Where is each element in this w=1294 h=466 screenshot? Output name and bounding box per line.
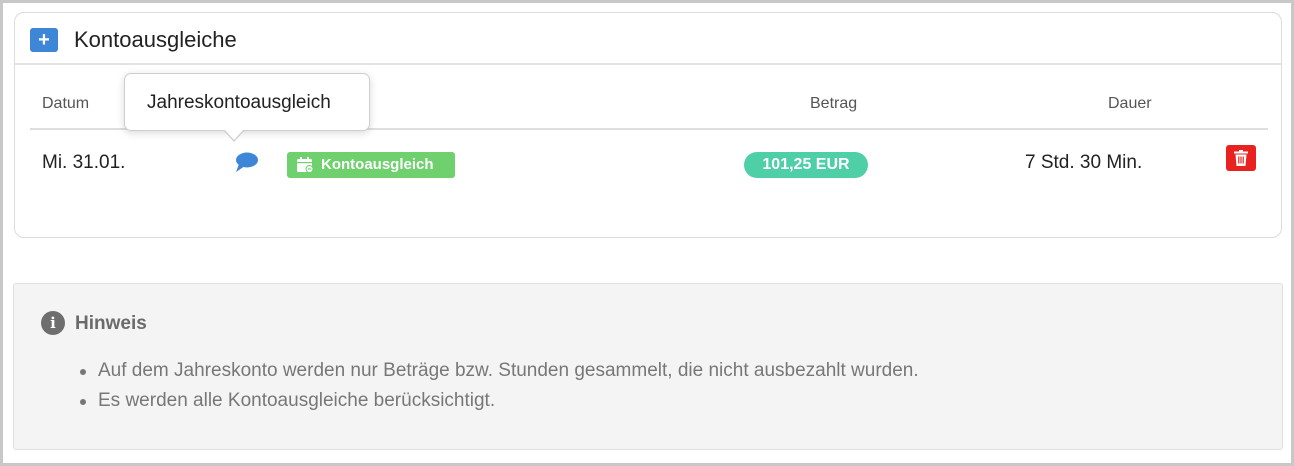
column-header-duration: Dauer	[1108, 95, 1152, 112]
row-duration: 7 Std. 30 Min.	[1025, 152, 1143, 173]
list-item: Auf dem Jahreskonto werden nur Beträge b…	[78, 356, 919, 386]
hint-list: Auf dem Jahreskonto werden nur Beträge b…	[78, 356, 919, 416]
hint-title: Hinweis	[75, 313, 147, 334]
amount-badge: 101,25 EUR	[744, 152, 868, 178]
column-header-amount: Betrag	[810, 95, 858, 112]
comment-tooltip: Jahreskontoausgleich	[124, 73, 370, 131]
tag-label: Kontoausgleich	[321, 156, 434, 173]
trash-icon	[1234, 150, 1248, 166]
row-date: Mi. 31.01.	[42, 152, 126, 173]
calendar-icon	[297, 157, 314, 173]
card-title: Kontoausgleiche	[74, 27, 237, 52]
hint-box: i Hinweis Auf dem Jahreskonto werden nur…	[13, 283, 1283, 450]
add-button[interactable]: +	[30, 28, 58, 52]
kontoausgleich-tag: Kontoausgleich	[287, 152, 455, 178]
info-icon: i	[41, 311, 65, 335]
comment-icon[interactable]	[235, 151, 259, 173]
list-item: Es werden alle Kontoausgleiche berücksic…	[78, 386, 919, 416]
card-header: + Kontoausgleiche	[15, 13, 1281, 65]
delete-button[interactable]	[1226, 145, 1256, 171]
column-header-date: Datum	[42, 95, 90, 112]
